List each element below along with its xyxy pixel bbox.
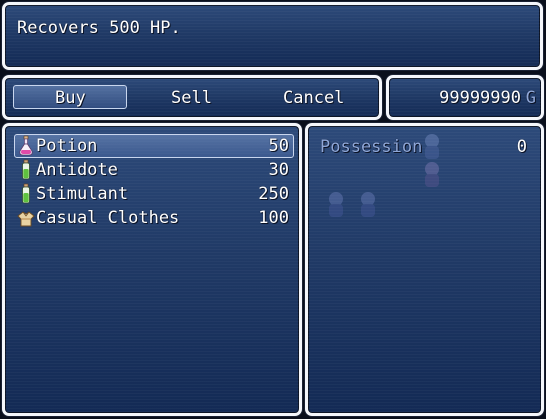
shop-command-window: Buy Sell Cancel bbox=[2, 75, 382, 120]
green-bottle-icon bbox=[16, 159, 36, 181]
green-bottle-icon bbox=[16, 183, 36, 205]
item-name: Stimulant bbox=[36, 184, 129, 204]
gold-unit: G bbox=[525, 88, 536, 108]
item-name: Casual Clothes bbox=[36, 208, 180, 228]
gold-window: 99999990 G bbox=[386, 75, 544, 120]
item-price: 100 bbox=[258, 208, 289, 228]
list-item-stimulant[interactable]: Stimulant 250 bbox=[14, 182, 292, 206]
item-price: 30 bbox=[268, 160, 289, 180]
party-member-sprite bbox=[420, 160, 444, 190]
item-price: 250 bbox=[258, 184, 289, 204]
list-item-casual-clothes[interactable]: Casual Clothes 100 bbox=[14, 206, 292, 230]
potion-flask-icon bbox=[16, 135, 36, 157]
gold-amount: 99999990 bbox=[439, 88, 521, 108]
possession-value: 0 bbox=[516, 137, 527, 157]
party-member-sprite bbox=[356, 190, 380, 220]
list-item-potion[interactable]: Potion 50 bbox=[14, 134, 292, 158]
item-name: Antidote bbox=[36, 160, 118, 180]
buy-command[interactable]: Buy bbox=[55, 88, 86, 108]
buy-item-list-window: Potion 50 Antidote 30 Stimulant 250 Casu… bbox=[2, 123, 302, 416]
item-status-window: Possession 0 bbox=[305, 123, 544, 416]
item-price: 50 bbox=[268, 136, 289, 156]
help-window: Recovers 500 HP. bbox=[2, 2, 543, 70]
clothes-icon bbox=[16, 207, 36, 229]
item-name: Potion bbox=[36, 136, 98, 156]
cancel-command[interactable]: Cancel bbox=[283, 88, 344, 108]
list-item-antidote[interactable]: Antidote 30 bbox=[14, 158, 292, 182]
possession-label: Possession bbox=[320, 137, 423, 157]
help-text: Recovers 500 HP. bbox=[17, 18, 181, 38]
party-member-sprite bbox=[420, 132, 444, 162]
sell-command[interactable]: Sell bbox=[171, 88, 212, 108]
party-member-sprite bbox=[324, 190, 348, 220]
